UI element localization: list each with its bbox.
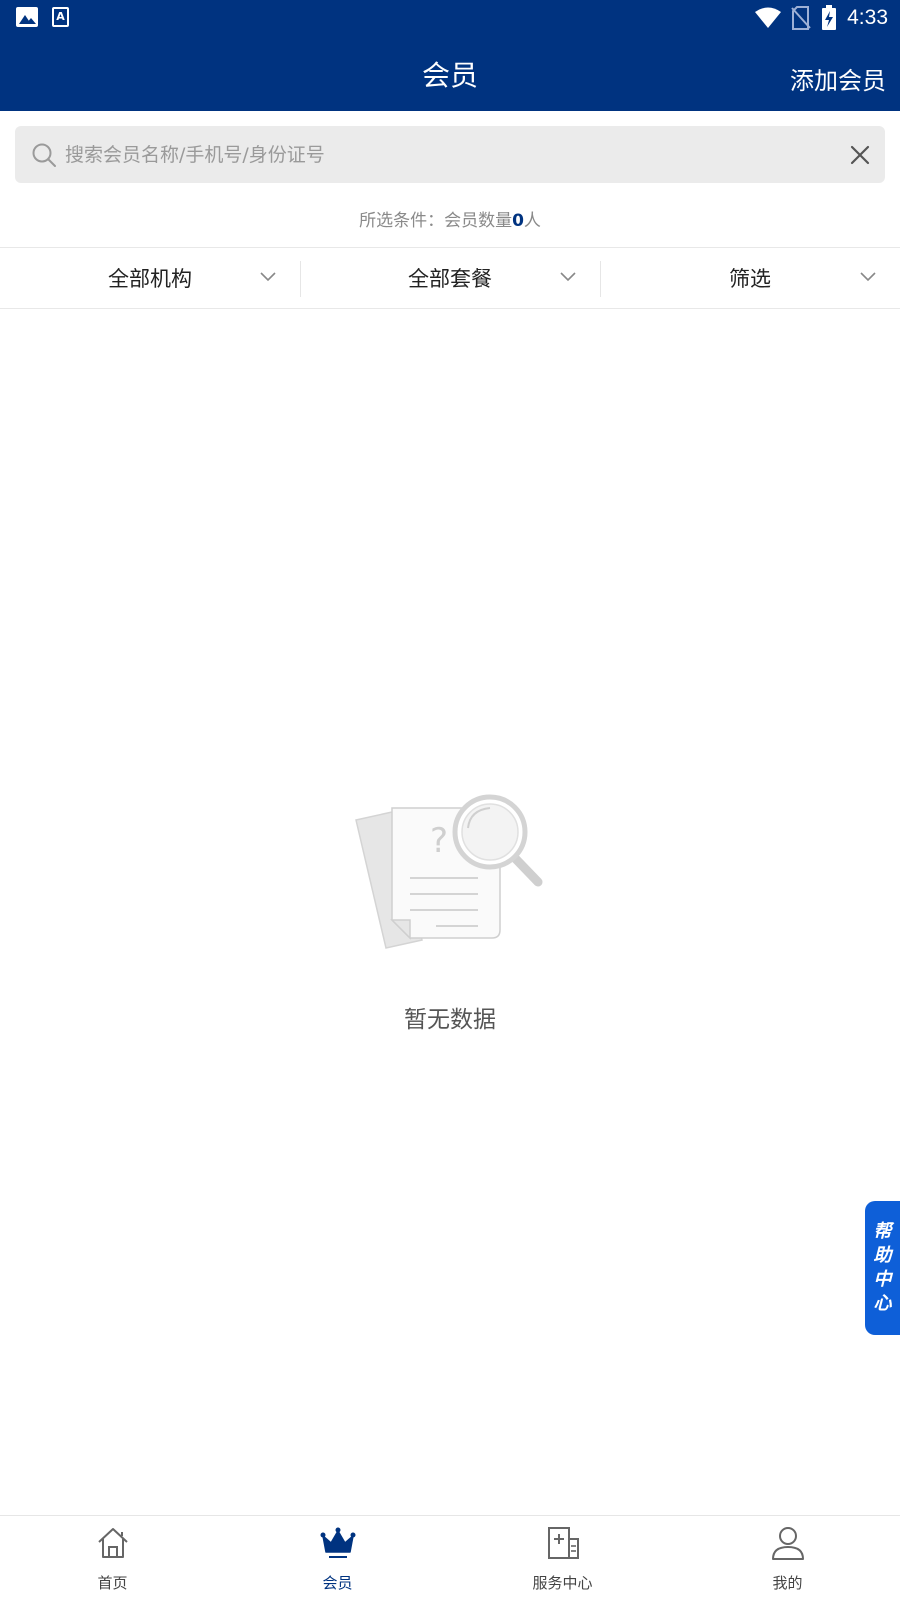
service-center-icon <box>547 1527 579 1559</box>
search-bar <box>15 126 885 183</box>
help-char: 心 <box>873 1293 892 1314</box>
add-member-button[interactable]: 添加会员 <box>790 61 886 96</box>
filter-organization[interactable]: 全部机构 <box>0 248 300 308</box>
nav-label-home: 首页 <box>97 1574 128 1592</box>
chevron-down-icon <box>860 272 876 282</box>
wifi-icon <box>755 7 782 28</box>
search-icon <box>32 143 56 167</box>
bottom-nav: 首页 会员 服务中心 我的 <box>0 1515 900 1600</box>
empty-state-text: 暂无数据 <box>404 1007 496 1033</box>
filter-package[interactable]: 全部套餐 <box>300 248 600 308</box>
page-title: 会员 <box>421 59 478 92</box>
nav-label-mine: 我的 <box>772 1574 803 1592</box>
nav-item-service-center[interactable]: 服务中心 <box>450 1516 675 1600</box>
condition-prefix: 所选条件：会员数量 <box>359 211 513 231</box>
battery-charging-icon <box>822 5 837 30</box>
no-sim-icon <box>791 6 811 30</box>
empty-document-icon: ? <box>355 794 543 949</box>
selected-condition: 所选条件：会员数量0人 <box>0 206 900 231</box>
search-input[interactable] <box>65 126 845 183</box>
nav-item-member[interactable]: 会员 <box>225 1516 450 1600</box>
filter-more[interactable]: 筛选 <box>600 248 900 308</box>
help-char: 帮 <box>873 1221 892 1242</box>
nav-label-member: 会员 <box>322 1574 353 1592</box>
filter-package-label: 全部套餐 <box>408 267 492 291</box>
filter-organization-label: 全部机构 <box>108 267 192 291</box>
status-bar: A 4:33 <box>0 0 900 36</box>
clear-icon[interactable] <box>849 144 871 166</box>
help-center-button[interactable]: 帮 助 中 心 <box>865 1201 900 1335</box>
filter-bar: 全部机构 全部套餐 筛选 <box>0 247 900 309</box>
help-char: 助 <box>873 1245 892 1266</box>
chevron-down-icon <box>260 272 276 282</box>
condition-suffix: 人 <box>523 211 541 231</box>
user-icon <box>771 1527 804 1560</box>
nav-label-service-center: 服务中心 <box>532 1574 593 1592</box>
status-time: 4:33 <box>847 6 888 29</box>
help-char: 中 <box>873 1269 892 1290</box>
crown-icon <box>320 1527 355 1558</box>
home-icon <box>97 1528 128 1558</box>
member-count: 0 <box>512 211 524 231</box>
app-notification-icon: A <box>52 7 69 27</box>
nav-item-home[interactable]: 首页 <box>0 1516 225 1600</box>
app-header: 会员 添加会员 <box>0 36 900 111</box>
nav-item-mine[interactable]: 我的 <box>675 1516 900 1600</box>
gallery-notification-icon <box>16 7 38 27</box>
svg-text:?: ? <box>430 821 448 861</box>
filter-more-label: 筛选 <box>729 267 771 291</box>
chevron-down-icon <box>560 272 576 282</box>
